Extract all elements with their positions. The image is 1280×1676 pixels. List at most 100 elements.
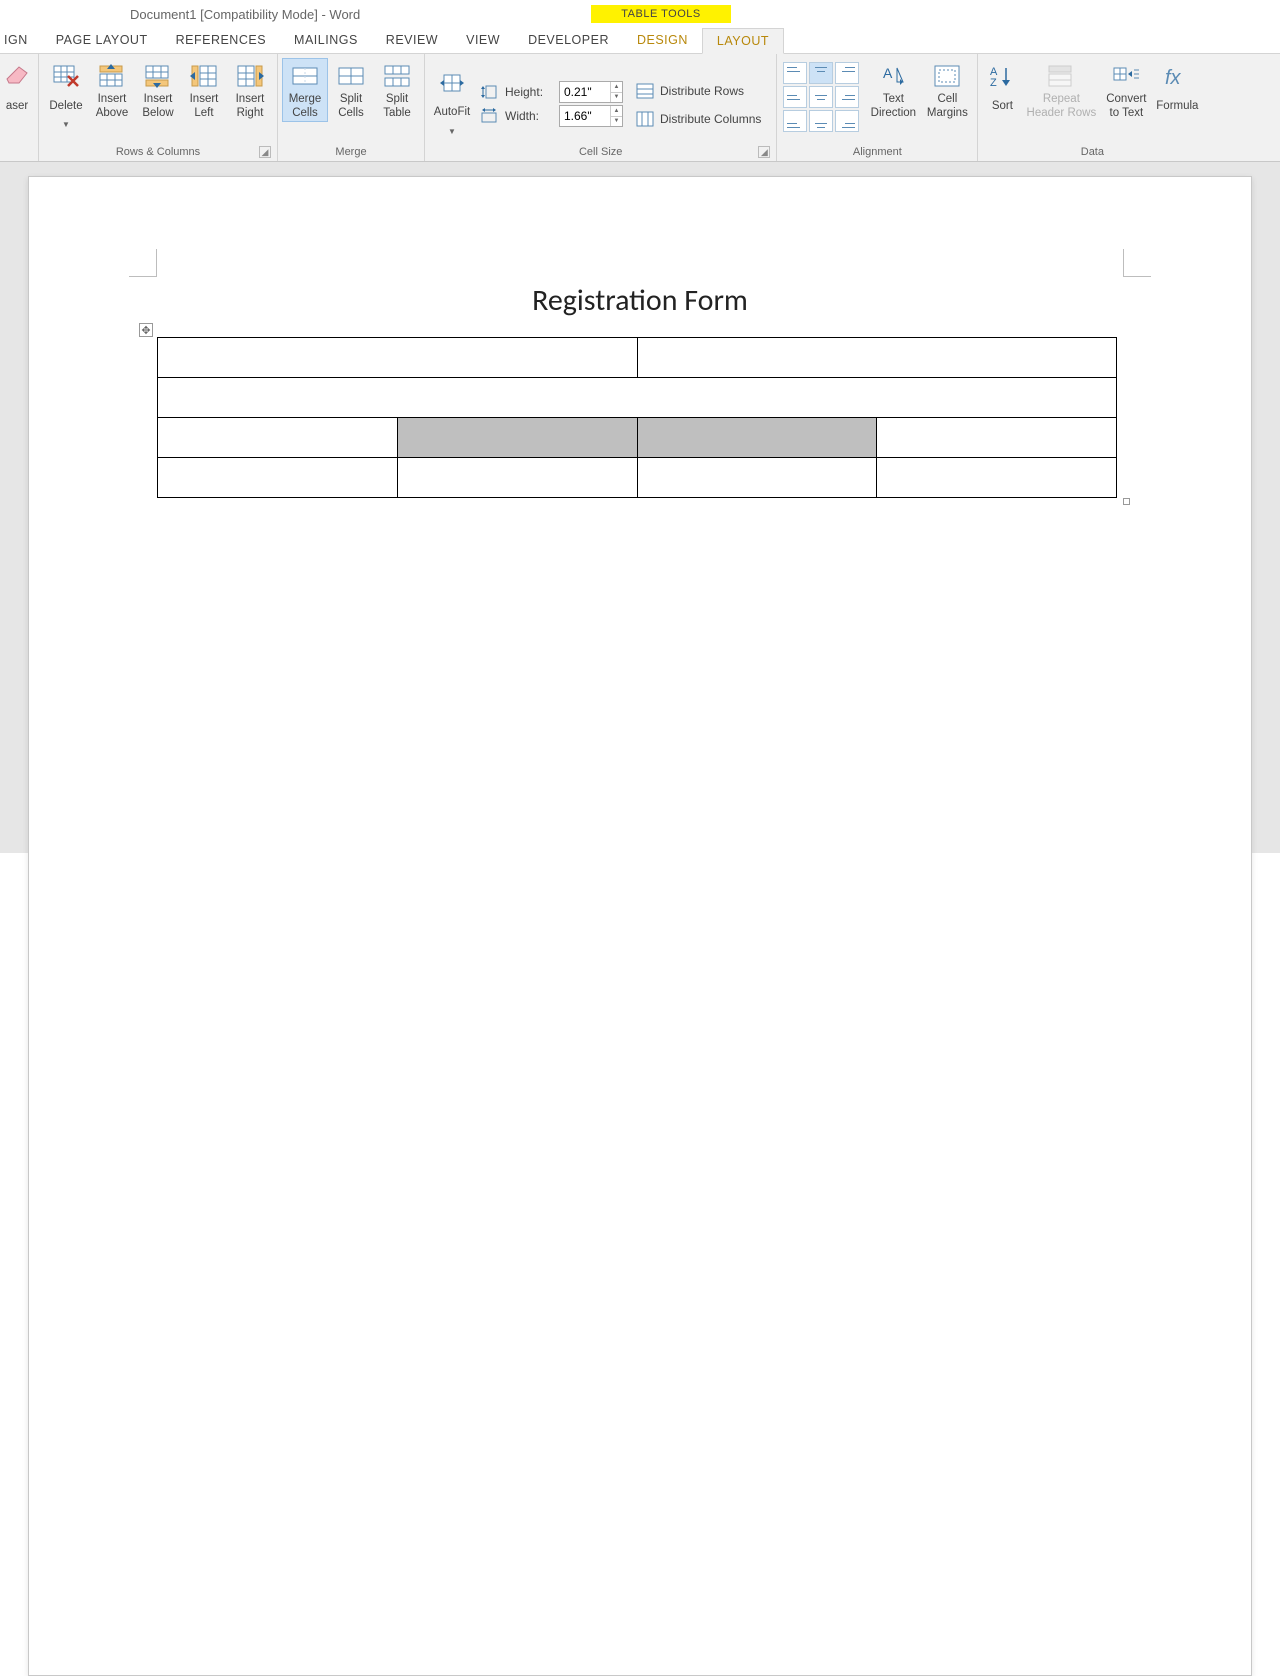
table-resize-handle[interactable] — [1123, 498, 1130, 505]
repeat-header-icon — [1045, 62, 1077, 90]
spin-down-icon[interactable]: ▼ — [610, 93, 622, 103]
align-bottom-right[interactable] — [835, 110, 859, 132]
table-cell[interactable] — [158, 378, 1117, 418]
margin-corner-icon — [129, 249, 157, 277]
table-row — [158, 378, 1117, 418]
eraser-button[interactable]: aser — [0, 58, 34, 121]
autofit-button[interactable]: AutoFit ▼ — [429, 65, 475, 138]
insert-right-button[interactable]: Insert Right — [227, 58, 273, 122]
dropdown-caret-icon: ▼ — [62, 120, 70, 130]
convert-to-text-button[interactable]: Convert to Text — [1100, 58, 1152, 122]
table-row — [158, 458, 1117, 498]
cell-margins-icon — [931, 62, 963, 90]
table-move-handle[interactable]: ✥ — [139, 323, 153, 337]
table-cell[interactable] — [877, 458, 1117, 498]
spin-up-icon[interactable]: ▲ — [610, 82, 622, 93]
cell-margins-button[interactable]: Cell Margins — [921, 58, 973, 122]
table-cell[interactable] — [158, 458, 398, 498]
alignment-grid — [781, 58, 865, 132]
tab-view[interactable]: VIEW — [452, 27, 514, 53]
table-cell[interactable] — [158, 338, 638, 378]
tab-references[interactable]: REFERENCES — [162, 27, 280, 53]
dialog-launcher-icon[interactable]: ◢ — [259, 146, 271, 158]
table-row — [158, 418, 1117, 458]
insert-right-icon — [234, 62, 266, 90]
tab-table-layout[interactable]: LAYOUT — [702, 28, 784, 54]
delete-table-icon — [50, 62, 82, 90]
contextual-tab-group: TABLE TOOLS — [591, 5, 731, 23]
tab-mailings[interactable]: MAILINGS — [280, 27, 372, 53]
dropdown-caret-icon: ▼ — [448, 127, 456, 137]
merge-cells-button[interactable]: Merge Cells — [282, 58, 328, 122]
align-top-center[interactable] — [809, 62, 833, 84]
distribute-rows-icon — [636, 83, 654, 99]
page: Registration Form ✥ — [28, 176, 1252, 1676]
repeat-header-rows-button: Repeat Header Rows — [1022, 58, 1100, 122]
document-area[interactable]: Registration Form ✥ — [0, 162, 1280, 853]
formula-icon: fx — [1161, 62, 1193, 90]
split-table-button[interactable]: Split Table — [374, 58, 420, 122]
spin-up-icon[interactable]: ▲ — [610, 106, 622, 117]
title-bar: Document1 [Compatibility Mode] - Word TA… — [0, 0, 1280, 28]
align-bottom-left[interactable] — [783, 110, 807, 132]
distribute-columns-icon — [636, 111, 654, 127]
distribute-columns-button[interactable]: Distribute Columns — [631, 108, 766, 130]
tab-table-design[interactable]: DESIGN — [623, 27, 702, 53]
table-cell-selected[interactable] — [397, 418, 637, 458]
ribbon: aser Delete ▼ Insert Above — [0, 54, 1280, 162]
ribbon-tabs: IGN PAGE LAYOUT REFERENCES MAILINGS REVI… — [0, 28, 1280, 54]
align-middle-left[interactable] — [783, 86, 807, 108]
document-table[interactable] — [157, 337, 1117, 498]
insert-below-icon — [142, 62, 174, 90]
svg-text:fx: fx — [1165, 67, 1182, 88]
group-label-rows-columns: Rows & Columns — [116, 146, 200, 158]
table-cell[interactable] — [158, 418, 398, 458]
svg-text:A: A — [883, 65, 893, 81]
split-table-icon — [381, 62, 413, 90]
margin-corner-icon — [1123, 249, 1151, 277]
align-bottom-center[interactable] — [809, 110, 833, 132]
group-label-data: Data — [982, 144, 1202, 161]
tab-design-partial[interactable]: IGN — [0, 27, 42, 53]
width-label: Width: — [505, 109, 553, 123]
align-top-left[interactable] — [783, 62, 807, 84]
group-label-merge: Merge — [282, 144, 420, 161]
insert-left-button[interactable]: Insert Left — [181, 58, 227, 122]
insert-above-icon — [96, 62, 128, 90]
convert-to-text-icon — [1110, 62, 1142, 90]
table-cell[interactable] — [877, 418, 1117, 458]
svg-text:Z: Z — [990, 77, 997, 88]
document-heading[interactable]: Registration Form — [157, 282, 1123, 319]
insert-above-button[interactable]: Insert Above — [89, 58, 135, 122]
dialog-launcher-icon[interactable]: ◢ — [758, 146, 770, 158]
text-direction-icon: A — [877, 62, 909, 90]
align-top-right[interactable] — [835, 62, 859, 84]
row-height-icon — [479, 84, 499, 100]
table-cell[interactable] — [397, 458, 637, 498]
text-direction-button[interactable]: A Text Direction — [865, 58, 921, 122]
sort-button[interactable]: AZ Sort — [982, 58, 1022, 121]
group-label-alignment: Alignment — [781, 144, 973, 161]
sort-icon: AZ — [986, 62, 1018, 90]
merge-cells-icon — [289, 62, 321, 90]
align-middle-center[interactable] — [809, 86, 833, 108]
table-row — [158, 338, 1117, 378]
tab-page-layout[interactable]: PAGE LAYOUT — [42, 27, 162, 53]
distribute-rows-button[interactable]: Distribute Rows — [631, 80, 766, 102]
table-cell[interactable] — [637, 458, 877, 498]
split-cells-button[interactable]: Split Cells — [328, 58, 374, 122]
split-cells-icon — [335, 62, 367, 90]
height-label: Height: — [505, 85, 553, 99]
document-title: Document1 [Compatibility Mode] - Word — [130, 7, 360, 22]
delete-button[interactable]: Delete ▼ — [43, 58, 89, 131]
spin-down-icon[interactable]: ▼ — [610, 117, 622, 127]
table-cell[interactable] — [637, 338, 1117, 378]
tab-developer[interactable]: DEVELOPER — [514, 27, 623, 53]
insert-below-button[interactable]: Insert Below — [135, 58, 181, 122]
tab-review[interactable]: REVIEW — [372, 27, 452, 53]
table-cell-selected[interactable] — [637, 418, 877, 458]
group-label-cell-size: Cell Size — [579, 146, 622, 158]
autofit-icon — [436, 69, 468, 97]
formula-button[interactable]: fx Formula — [1152, 58, 1202, 121]
align-middle-right[interactable] — [835, 86, 859, 108]
